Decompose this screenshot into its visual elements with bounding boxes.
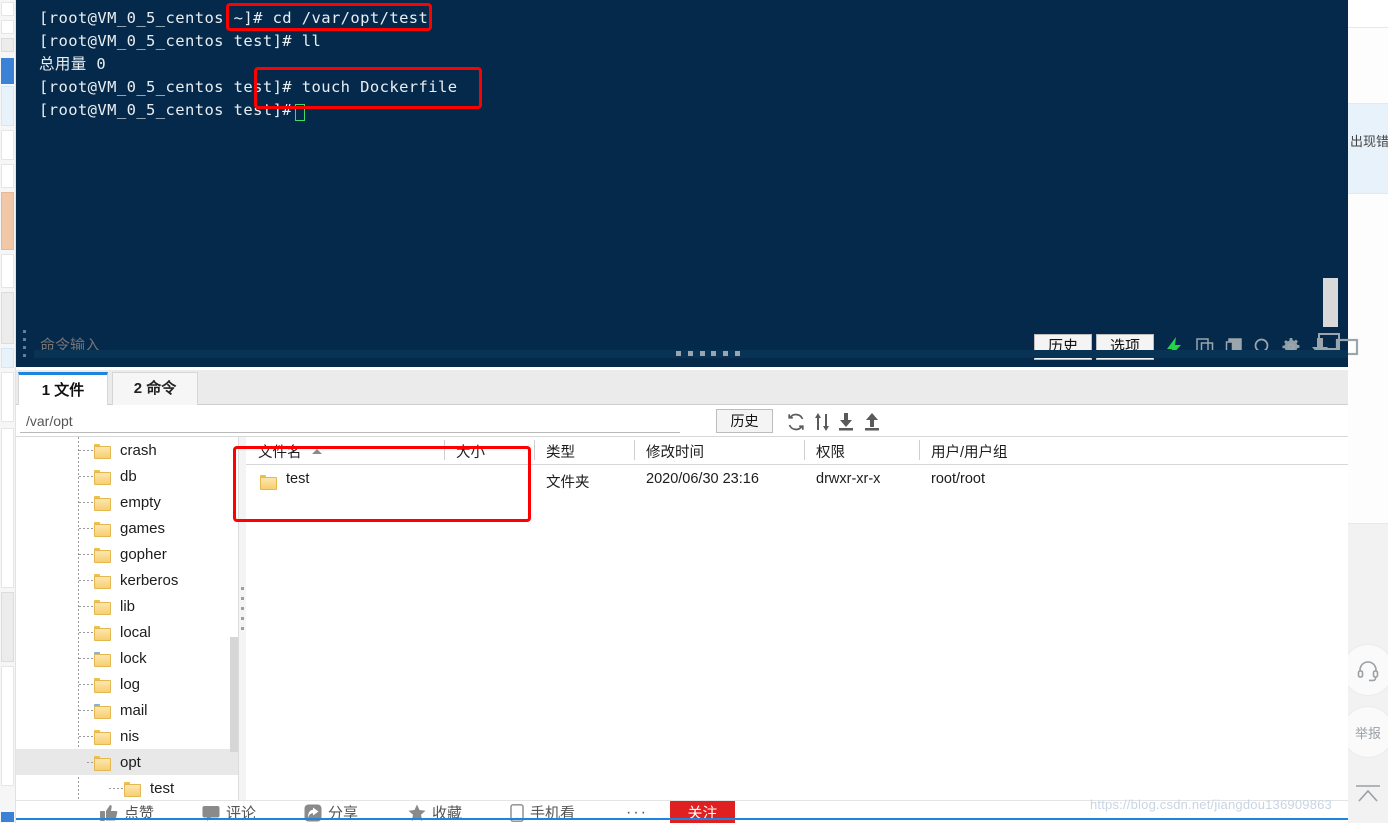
- terminal-line: 总用量 0: [39, 55, 107, 73]
- tree-item-db[interactable]: db: [16, 463, 238, 489]
- tree-item-label: lock: [120, 649, 147, 667]
- folder-icon: [94, 677, 111, 693]
- column-header-filename[interactable]: 文件名: [258, 441, 302, 462]
- folder-link-icon: [94, 651, 111, 667]
- download-icon[interactable]: [834, 410, 858, 434]
- terminal-line: [root@VM_0_5_centos test]# ll: [39, 32, 322, 50]
- tree-item-label: test: [150, 779, 175, 797]
- upload-icon[interactable]: [860, 410, 884, 434]
- folder-icon: [94, 729, 111, 745]
- tree-item-gopher[interactable]: gopher: [16, 541, 238, 567]
- tree-item-crash[interactable]: crash: [16, 437, 238, 463]
- terminal-line: [root@VM_0_5_centos ~]# cd /var/opt/test: [39, 9, 429, 27]
- tree-item-label: nis: [120, 727, 140, 745]
- folder-icon: [94, 625, 111, 641]
- tab-files[interactable]: 1 文件: [18, 372, 108, 405]
- tree-item-kerberos[interactable]: kerberos: [16, 567, 238, 593]
- tree-item-opt[interactable]: − opt: [16, 749, 238, 775]
- cell-permissions: drwxr-xr-x: [816, 471, 881, 487]
- tree-item-log[interactable]: log: [16, 671, 238, 697]
- bottom-accent-rule: [16, 818, 1348, 820]
- tree-item-label: games: [120, 519, 166, 537]
- tree-item-label: gopher: [120, 545, 167, 563]
- terminal-left-gutter: [16, 0, 34, 367]
- right-panel-text-snippet: 出现错: [1350, 134, 1388, 149]
- page-left-sidebar: [0, 0, 16, 823]
- screenshot-root: 出现错 举报 [root@VM_0_5_centos ~]# cd /var/o…: [0, 0, 1388, 823]
- page-right-sidebar: 出现错: [1348, 0, 1388, 823]
- sort-ascending-icon: [312, 449, 322, 454]
- terminal-scrollbar-thumb[interactable]: [1323, 278, 1338, 327]
- terminal-line: [root@VM_0_5_centos test]# touch Dockerf…: [39, 78, 458, 96]
- column-header-owner[interactable]: 用户/用户组: [931, 441, 1008, 462]
- back-to-top-button[interactable]: [1342, 768, 1388, 820]
- tree-item-games[interactable]: games: [16, 515, 238, 541]
- cell-modified: 2020/06/30 23:16: [646, 471, 759, 487]
- terminal-line: [root@VM_0_5_centos test]#: [39, 101, 302, 119]
- folder-icon: [94, 495, 111, 511]
- tree-item-label: log: [120, 675, 141, 693]
- tree-item-nis[interactable]: nis: [16, 723, 238, 749]
- table-row[interactable]: test 文件夹 2020/06/30 23:16 drwxr-xr-x roo…: [246, 465, 1348, 495]
- tab-commands[interactable]: 2 命令: [112, 372, 198, 405]
- folder-icon: [124, 781, 141, 797]
- cell-owner: root/root: [931, 471, 985, 487]
- headset-icon-button[interactable]: [1342, 644, 1388, 696]
- sort-icon[interactable]: [810, 410, 834, 434]
- tree-item-local[interactable]: local: [16, 619, 238, 645]
- cell-type: 文件夹: [546, 475, 590, 491]
- column-header-permissions[interactable]: 权限: [816, 441, 845, 462]
- terminal-resize-grip[interactable]: [676, 351, 740, 357]
- tree-item-label: lib: [120, 597, 136, 615]
- pane-splitter[interactable]: [239, 437, 246, 800]
- folder-icon: [94, 443, 111, 459]
- tree-scrollbar-thumb[interactable]: [230, 637, 238, 752]
- tree-item-label: db: [120, 467, 137, 485]
- folder-icon: [94, 521, 111, 537]
- tree-item-label: local: [120, 623, 151, 641]
- tree-item-empty[interactable]: empty: [16, 489, 238, 515]
- folder-icon: [94, 547, 111, 563]
- report-label: 举报: [1354, 725, 1381, 741]
- tree-item-label: empty: [120, 493, 161, 511]
- folder-icon: [94, 573, 111, 589]
- folder-icon: [94, 599, 111, 615]
- cell-filename: test: [286, 471, 310, 487]
- path-history-button[interactable]: 历史: [716, 409, 773, 433]
- folder-icon: [260, 475, 277, 490]
- path-input[interactable]: [20, 409, 680, 433]
- folder-icon: [94, 755, 111, 771]
- folder-link-icon: [94, 703, 111, 719]
- directory-tree[interactable]: crash db empty games gopher kerberos lib…: [16, 437, 239, 800]
- watermark-text: https://blog.csdn.net/jiangdou136909863: [1090, 797, 1332, 812]
- tree-item-test[interactable]: test: [16, 775, 238, 800]
- file-list-header: 文件名 大小 类型 修改时间 权限 用户/用户组: [246, 437, 1348, 465]
- tree-item-label: crash: [120, 441, 157, 459]
- folder-icon: [94, 469, 111, 485]
- terminal-window: [root@VM_0_5_centos ~]# cd /var/opt/test…: [16, 0, 1359, 367]
- tree-item-lock[interactable]: lock: [16, 645, 238, 671]
- terminal-gutter-dots: [23, 330, 26, 362]
- tree-item-mail[interactable]: mail: [16, 697, 238, 723]
- tree-item-lib[interactable]: lib: [16, 593, 238, 619]
- report-button[interactable]: 举报: [1342, 706, 1388, 758]
- tree-item-label: mail: [120, 701, 148, 719]
- pane-tabs: 1 文件 2 命令: [16, 370, 1348, 405]
- tree-item-label: opt: [120, 753, 141, 771]
- tree-item-label: kerberos: [120, 571, 179, 589]
- column-header-modified[interactable]: 修改时间: [646, 441, 704, 462]
- terminal-cursor: [295, 104, 305, 121]
- refresh-icon[interactable]: [784, 410, 808, 434]
- path-toolbar: 历史: [16, 405, 1348, 437]
- terminal-output[interactable]: [root@VM_0_5_centos ~]# cd /var/opt/test…: [34, 0, 1348, 330]
- file-list: 文件名 大小 类型 修改时间 权限 用户/用户组 test 文件夹 2020/0…: [246, 437, 1348, 800]
- column-header-type[interactable]: 类型: [546, 441, 575, 462]
- column-header-size[interactable]: 大小: [456, 441, 485, 462]
